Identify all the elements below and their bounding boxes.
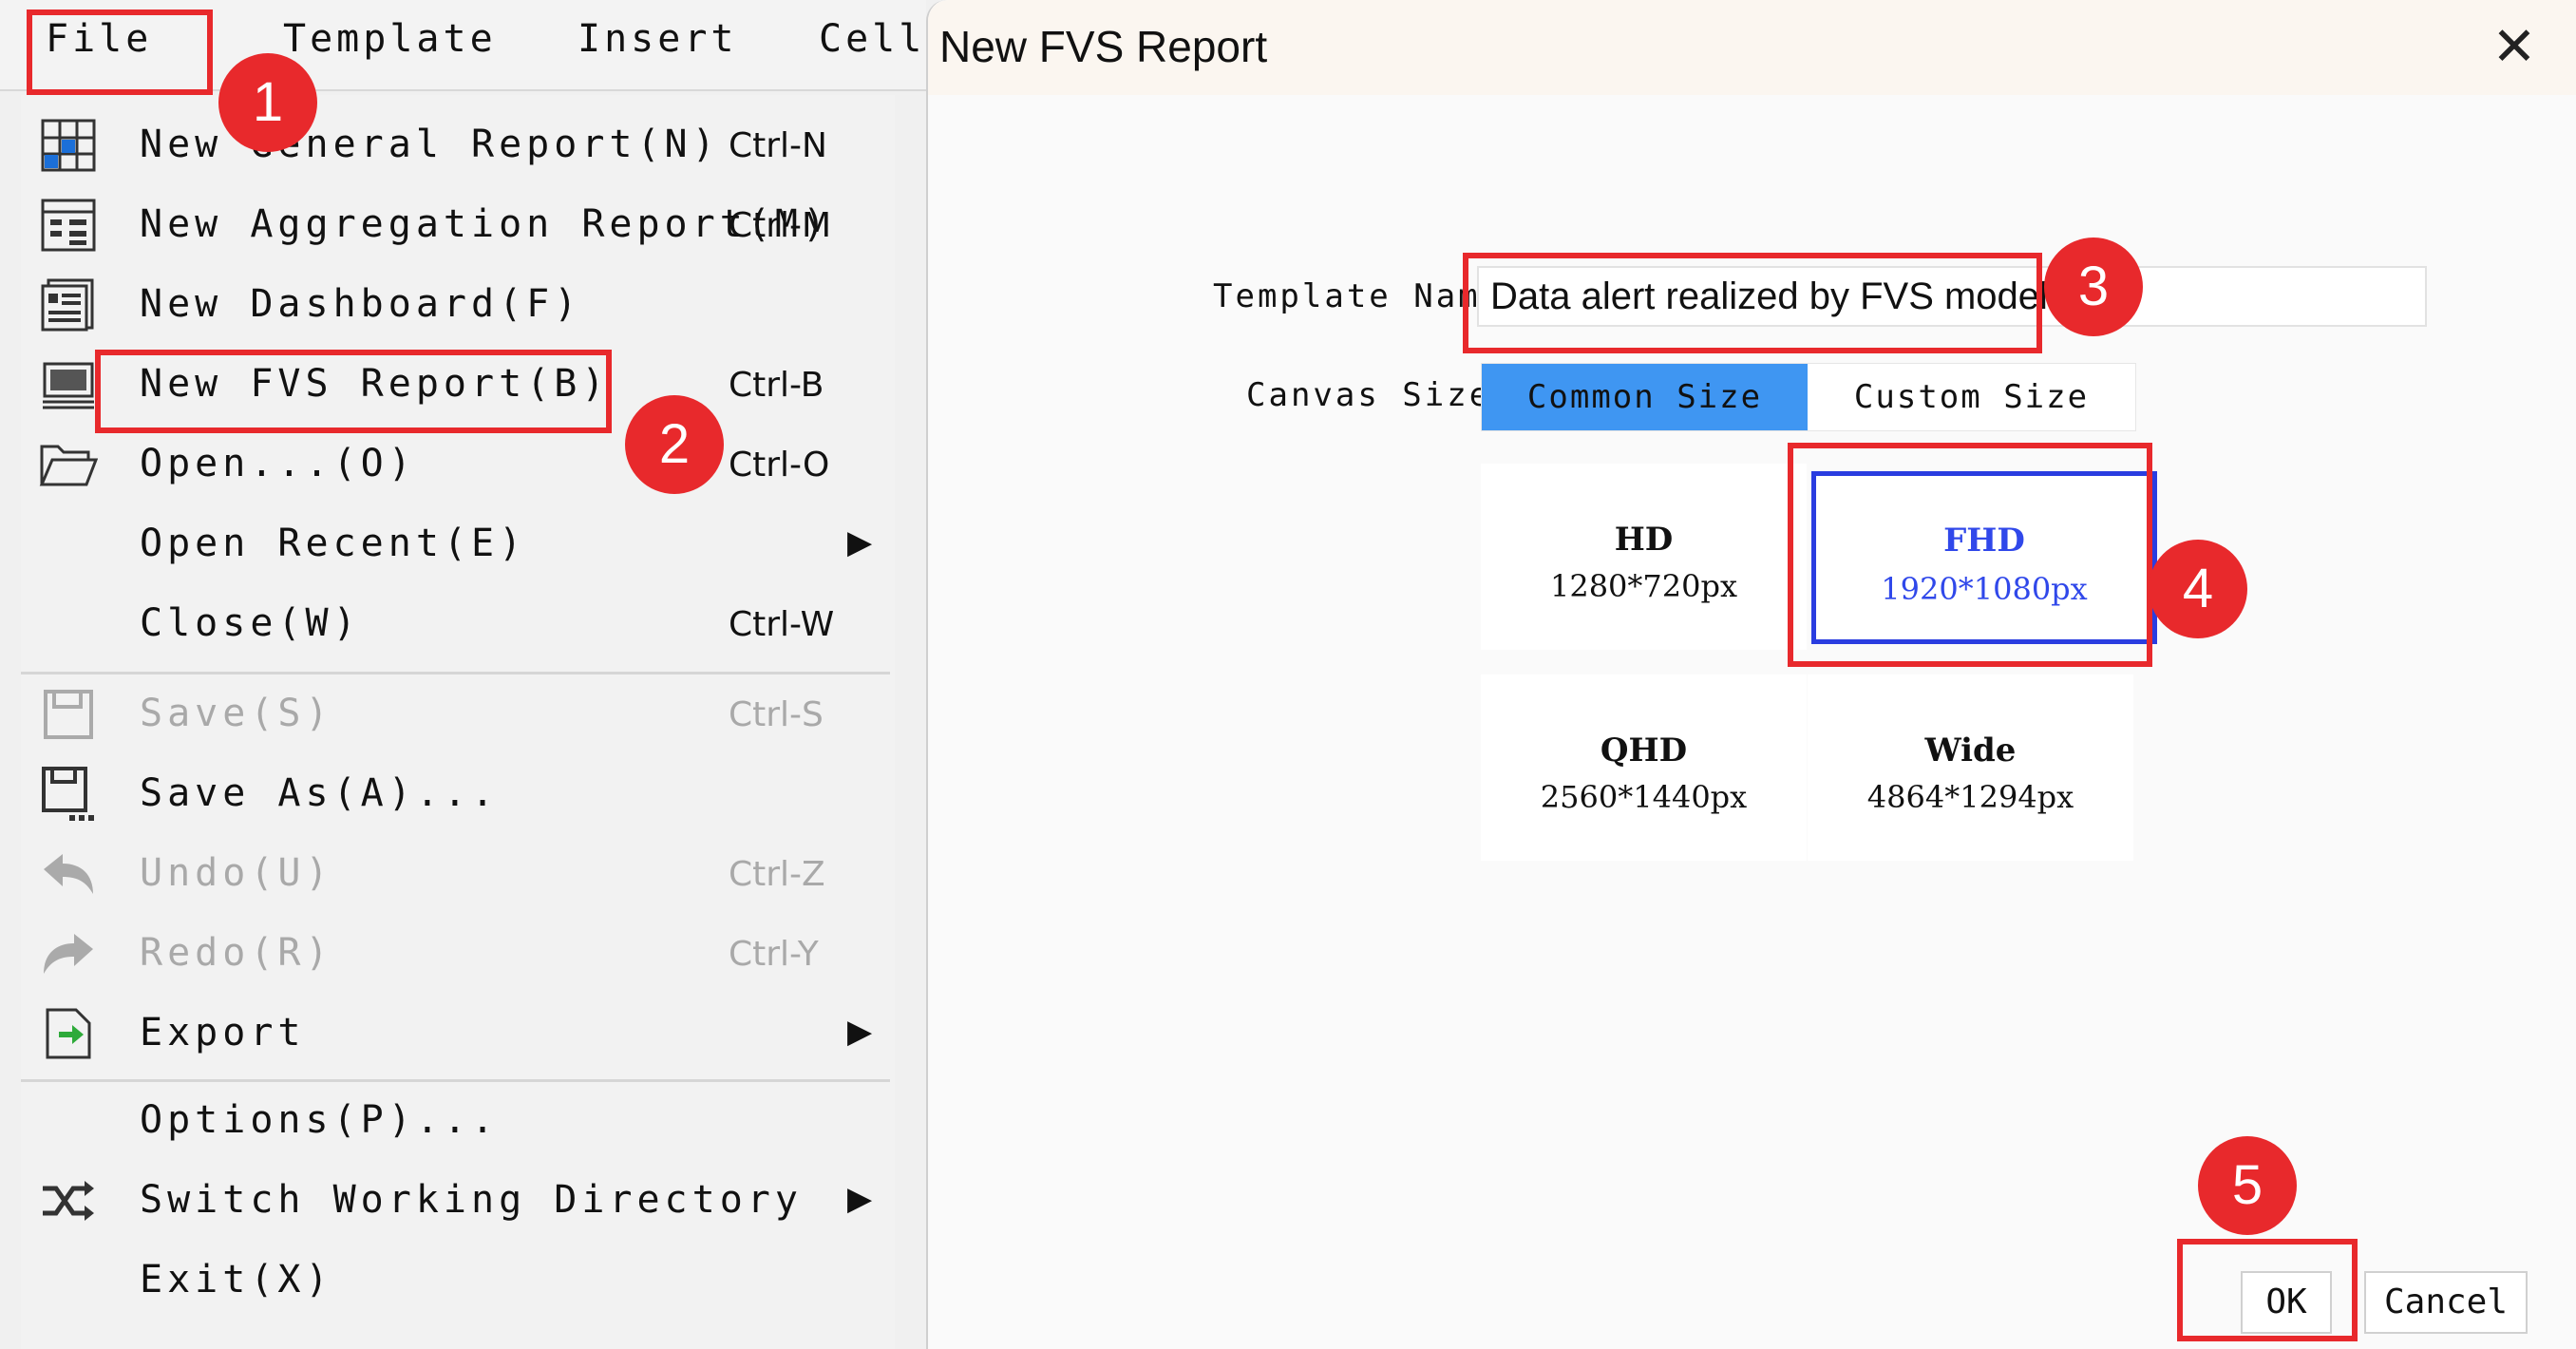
menu-item-switch-working-directory[interactable]: Switch Working Directory ▶ [21, 1163, 895, 1239]
menu-item-open[interactable]: Open...(O) Ctrl-O [21, 427, 895, 503]
save-icon [38, 686, 99, 743]
undo-icon [38, 846, 99, 902]
menu-item-export[interactable]: Export ▶ [21, 996, 895, 1072]
size-dimensions: 1280*720px [1549, 568, 1738, 604]
annotation-badge-5: 5 [2198, 1136, 2297, 1235]
canvas-size-label: Canvas Size [1246, 376, 1492, 414]
menu-item-shortcut: Ctrl-S [729, 695, 824, 734]
switch-icon [38, 1172, 99, 1229]
size-name: QHD [1600, 732, 1688, 770]
template-name-label: Template Name [1213, 277, 1504, 315]
menu-item-save-as[interactable]: Save As(A)... [21, 756, 895, 832]
app-left-pane: File Template Insert Cell New General Re… [0, 0, 926, 1349]
menu-item-redo: Redo(R) Ctrl-Y [21, 916, 895, 992]
annotation-badge-4: 4 [2149, 540, 2247, 638]
menu-item-shortcut: Ctrl-N [729, 126, 827, 165]
aggregation-report-icon [38, 197, 99, 254]
menu-separator [21, 672, 890, 674]
size-dimensions: 4864*1294px [1866, 779, 2074, 815]
menu-item-label: Open...(O) [140, 442, 416, 485]
menu-item-shortcut: Ctrl-W [729, 605, 835, 644]
export-icon [38, 1005, 99, 1062]
annotation-badge-1: 1 [218, 53, 317, 152]
menu-file[interactable]: File [46, 17, 152, 61]
menu-item-label: Undo(U) [140, 851, 333, 895]
template-name-input[interactable] [1477, 266, 2427, 327]
ok-button[interactable]: OK [2241, 1271, 2332, 1334]
size-name: HD [1614, 521, 1674, 559]
menu-item-open-recent[interactable]: Open Recent(E) ▶ [21, 506, 895, 582]
tab-common-size[interactable]: Common Size [1482, 364, 1808, 430]
menu-item-label: Save(S) [140, 692, 333, 735]
new-fvs-report-dialog: New FVS Report ✕ Template Name Canvas Si… [926, 0, 2576, 1349]
menu-item-label: Switch Working Directory [140, 1178, 803, 1222]
annotation-badge-3: 3 [2044, 238, 2143, 336]
size-dimensions: 2560*1440px [1540, 779, 1748, 815]
menu-item-save: Save(S) Ctrl-S [21, 676, 895, 752]
menu-item-new-aggregation-report[interactable]: New Aggregation Report(M) Ctrl-M [21, 187, 895, 263]
size-name: Wide [1924, 732, 2017, 770]
redo-icon [38, 925, 99, 982]
menu-item-shortcut: Ctrl-M [729, 206, 832, 245]
menu-item-options[interactable]: Options(P)... [21, 1083, 895, 1159]
tab-custom-size[interactable]: Custom Size [1809, 364, 2134, 430]
submenu-arrow-icon: ▶ [847, 1180, 873, 1218]
menu-item-new-fvs-report[interactable]: New FVS Report(B) Ctrl-B [21, 347, 895, 423]
menu-item-shortcut: Ctrl-Y [729, 935, 819, 974]
menu-item-exit[interactable]: Exit(X) [21, 1243, 895, 1319]
canvas-size-tabs: Common Size Custom Size [1481, 363, 2136, 431]
menu-item-label: Exit(X) [140, 1258, 333, 1302]
menu-item-label: New Aggregation Report(M) [140, 202, 831, 246]
menu-item-label: Open Recent(E) [140, 522, 527, 565]
menu-item-close[interactable]: Close(W) Ctrl-W [21, 586, 895, 662]
menu-bar: File Template Insert Cell [0, 0, 926, 91]
menu-item-label: Redo(R) [140, 931, 333, 975]
folder-open-icon [38, 436, 99, 493]
file-menu: New General Report(N) Ctrl-N New Aggrega… [21, 95, 895, 1349]
menu-insert[interactable]: Insert [578, 17, 738, 61]
fvs-report-icon [38, 356, 99, 413]
save-as-icon [38, 766, 99, 823]
menu-item-label: Options(P)... [140, 1098, 500, 1142]
size-option-qhd[interactable]: QHD 2560*1440px [1481, 674, 1807, 861]
menu-item-shortcut: Ctrl-Z [729, 855, 825, 894]
annotation-badge-2: 2 [625, 395, 724, 494]
menu-cell[interactable]: Cell [819, 17, 925, 61]
size-option-fhd[interactable]: FHD 1920*1080px [1811, 471, 2157, 644]
cancel-button[interactable]: Cancel [2364, 1271, 2528, 1334]
menu-item-undo: Undo(U) Ctrl-Z [21, 836, 895, 912]
dashboard-icon [38, 276, 99, 333]
menu-item-label: New Dashboard(F) [140, 282, 582, 326]
menu-item-new-dashboard[interactable]: New Dashboard(F) [21, 267, 895, 343]
menu-item-shortcut: Ctrl-O [729, 446, 830, 484]
menu-item-new-general-report[interactable]: New General Report(N) Ctrl-N [21, 107, 895, 183]
size-option-hd[interactable]: HD 1280*720px [1481, 464, 1807, 650]
grid-report-icon [38, 117, 99, 174]
dialog-title: New FVS Report [939, 22, 1268, 71]
submenu-arrow-icon: ▶ [847, 523, 873, 561]
menu-separator [21, 1079, 890, 1082]
close-icon[interactable]: ✕ [2486, 19, 2543, 76]
size-name: FHD [1943, 522, 2025, 560]
menu-item-shortcut: Ctrl-B [729, 366, 824, 405]
menu-item-label: Save As(A)... [140, 771, 500, 815]
size-dimensions: 1920*1080px [1881, 571, 2088, 607]
menu-item-label: Close(W) [140, 601, 361, 645]
menu-item-label: New FVS Report(B) [140, 362, 610, 406]
size-option-wide[interactable]: Wide 4864*1294px [1808, 674, 2133, 861]
submenu-arrow-icon: ▶ [847, 1013, 873, 1051]
dialog-title-bar: New FVS Report ✕ [928, 0, 2576, 95]
menu-template[interactable]: Template [283, 17, 497, 61]
menu-item-label: Export [140, 1011, 306, 1054]
